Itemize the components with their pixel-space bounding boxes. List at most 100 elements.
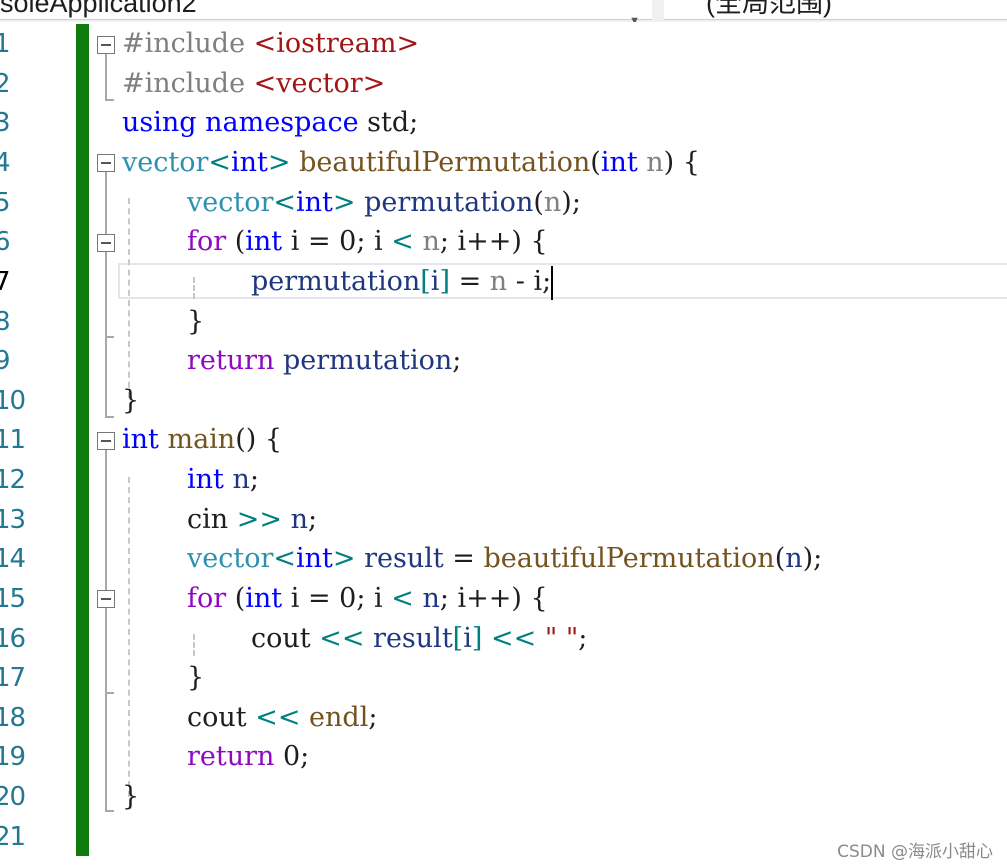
line-number: 17: [0, 663, 26, 693]
code-line-16: cout << result[i] << " ";: [251, 619, 587, 659]
code-text: (: [226, 583, 246, 614]
code-text: }: [187, 662, 205, 693]
chevron-down-icon[interactable]: ▼: [629, 4, 640, 22]
preprocessor-directive: #include: [122, 68, 254, 99]
code-text: =: [449, 266, 490, 297]
code-line-19: return 0;: [187, 737, 309, 777]
code-line-9: return permutation;: [187, 341, 461, 381]
code-line-17: }: [187, 658, 204, 698]
keyword: int: [187, 464, 224, 495]
outline-end: [105, 810, 114, 812]
collapse-icon[interactable]: [97, 432, 115, 450]
function-name: main: [167, 424, 236, 455]
operator: <<: [319, 623, 365, 654]
code-line-10: }: [122, 381, 139, 421]
code-text: (: [226, 226, 246, 257]
outline-end: [105, 336, 114, 338]
operator: <: [208, 147, 231, 178]
keyword: int: [600, 147, 638, 178]
control-keyword: return: [187, 345, 275, 376]
operator: <: [391, 583, 414, 614]
code-line-15: for (int i = 0; i < n; i++) {: [187, 579, 548, 619]
control-keyword: for: [187, 583, 227, 614]
operator: ]: [471, 623, 483, 654]
collapse-icon[interactable]: [97, 36, 115, 54]
type-name: vector: [187, 187, 274, 218]
line-number-current: 7: [0, 267, 11, 297]
outline-line: [105, 252, 107, 418]
function-name: beautifulPermutation: [299, 147, 591, 178]
code-text: (: [590, 147, 601, 178]
code-line-7: permutation[i] = n - i;: [251, 262, 554, 302]
operator: [: [452, 623, 464, 654]
code-text: ;: [307, 504, 318, 535]
outline-end: [105, 692, 114, 694]
code-line-8: }: [187, 302, 204, 342]
operator: <: [273, 543, 296, 574]
scope-dropdown-label: (全局范围): [706, 0, 832, 18]
collapse-icon[interactable]: [97, 154, 115, 172]
code-text: =: [443, 543, 484, 574]
variable: result: [364, 543, 444, 574]
line-number: 14: [0, 544, 26, 574]
line-number: 10: [0, 386, 26, 416]
line-number: 11: [0, 425, 26, 455]
operator: ]: [439, 266, 450, 297]
indent-guide: [193, 634, 195, 656]
scope-dropdown[interactable]: (全局范围): [664, 0, 1007, 20]
variable: permutation: [283, 345, 453, 376]
code-text: 0;: [274, 741, 310, 772]
code-line-2: #include <vector>: [122, 64, 385, 104]
operator: >: [267, 147, 300, 178]
type-name: vector: [122, 147, 209, 178]
line-number: 12: [0, 465, 26, 495]
line-number: 19: [0, 742, 26, 772]
code-line-1: #include <iostream>: [122, 24, 419, 64]
code-editor[interactable]: 1 2 3 4 5 6 7 8 9 10 11 12 13 14 15 16 1…: [0, 22, 1007, 868]
code-line-12: int n;: [187, 460, 259, 500]
line-number: 20: [0, 782, 26, 812]
keyword: int: [296, 187, 333, 218]
code-text: }: [122, 385, 140, 416]
parameter: n: [422, 226, 440, 257]
line-number: 21: [0, 822, 26, 852]
code-line-3: using namespace std;: [122, 103, 418, 143]
code-text: );: [561, 187, 581, 218]
include-header: <vector>: [253, 68, 386, 99]
code-text: (: [774, 543, 786, 574]
code-text: i = 0; i: [282, 226, 392, 257]
line-number: 15: [0, 584, 26, 614]
operator: >>: [236, 504, 282, 535]
keyword: int: [122, 424, 159, 455]
code-text: cout: [187, 702, 256, 733]
variable: permutation: [251, 266, 421, 297]
indent-guide: [128, 198, 130, 398]
project-dropdown[interactable]: soleApplication2 ▼: [0, 0, 652, 22]
watermark: CSDN @海派小甜心: [837, 842, 993, 862]
code-text: }: [187, 306, 205, 337]
line-number: 9: [0, 346, 11, 376]
keyword: int: [296, 543, 333, 574]
string-literal: " ": [544, 623, 579, 654]
keyword: int: [245, 583, 283, 614]
code-text: ;: [452, 345, 462, 376]
keyword: int: [245, 226, 283, 257]
code-line-11: int main() {: [122, 420, 282, 460]
collapse-icon[interactable]: [97, 234, 115, 252]
code-text: ; i++) {: [439, 226, 548, 257]
collapse-icon[interactable]: [97, 590, 115, 608]
operator: [: [420, 266, 431, 297]
text-caret: [551, 265, 554, 300]
keyword: int: [231, 147, 268, 178]
line-number: 2: [0, 69, 11, 99]
indent-guide: [193, 277, 195, 299]
code-text: ;: [368, 702, 378, 733]
code-text: - i;: [507, 266, 552, 297]
code-line-13: cin >> n;: [187, 500, 317, 540]
variable: n: [232, 464, 250, 495]
code-text: ;: [249, 464, 259, 495]
code-line-14: vector<int> result = beautifulPermutatio…: [187, 539, 822, 579]
